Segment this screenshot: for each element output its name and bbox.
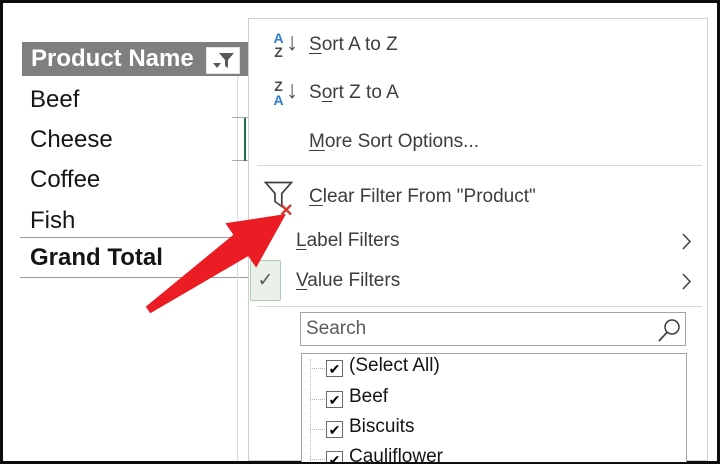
pivot-row-cell[interactable]: Coffee bbox=[30, 166, 100, 194]
item-label: Beef bbox=[349, 386, 388, 408]
menu-item-label: Sort A to Z bbox=[309, 26, 398, 64]
checkbox-check-icon: ✔ bbox=[329, 453, 341, 463]
search-icon bbox=[655, 317, 682, 344]
pivot-filter-button[interactable] bbox=[206, 47, 240, 74]
filter-list-item[interactable]: ✔ Biscuits bbox=[302, 414, 686, 445]
pivot-grand-total-cell[interactable]: Grand Total bbox=[30, 244, 163, 272]
active-cell-border bbox=[244, 118, 246, 161]
search-input[interactable] bbox=[301, 313, 658, 345]
checkbox-check-icon: ✔ bbox=[329, 423, 341, 437]
checkbox-check-icon: ✔ bbox=[329, 393, 341, 407]
search-box bbox=[300, 312, 686, 346]
down-arrow-icon: ↓ bbox=[286, 28, 299, 57]
tree-line bbox=[310, 399, 327, 400]
sort-a-to-z-icon: A Z ↓ bbox=[271, 31, 305, 61]
menu-item-sort-a-to-z[interactable]: A Z ↓ Sort A to Z bbox=[249, 26, 705, 64]
grid-line bbox=[20, 277, 248, 278]
item-checkbox[interactable]: ✔ bbox=[326, 391, 343, 408]
menu-item-label: More Sort Options... bbox=[309, 123, 479, 161]
submenu-chevron-icon bbox=[681, 232, 692, 251]
checked-indicator: ✓ bbox=[250, 260, 281, 301]
item-label: (Select All) bbox=[349, 355, 440, 377]
menu-item-label: Clear Filter From "Product" bbox=[309, 178, 536, 216]
item-label: Biscuits bbox=[349, 416, 414, 438]
tree-line bbox=[310, 429, 327, 430]
menu-item-label: Sort Z to A bbox=[309, 74, 399, 112]
menu-item-more-sort-options[interactable]: More Sort Options... bbox=[249, 123, 705, 161]
column-grid-line bbox=[237, 76, 238, 461]
tree-line bbox=[310, 368, 327, 369]
filter-list-item[interactable]: ✔ Cauliflower bbox=[302, 444, 686, 462]
sort-z-to-a-icon: Z A ↓ bbox=[271, 79, 305, 109]
item-checkbox[interactable]: ✔ bbox=[326, 360, 343, 377]
pivot-row-cell[interactable]: Fish bbox=[30, 207, 75, 235]
checkbox-check-icon: ✔ bbox=[329, 362, 341, 376]
clear-filter-icon bbox=[262, 179, 298, 219]
item-label: Cauliflower bbox=[349, 446, 443, 462]
menu-separator bbox=[257, 165, 702, 166]
item-checkbox[interactable]: ✔ bbox=[326, 421, 343, 438]
menu-item-clear-filter[interactable]: Clear Filter From "Product" bbox=[249, 178, 705, 216]
menu-item-label-filters[interactable]: Label Filters bbox=[249, 222, 705, 260]
pivot-row-cell[interactable]: Cheese bbox=[30, 126, 113, 154]
submenu-chevron-icon bbox=[681, 272, 692, 291]
menu-separator bbox=[257, 306, 702, 307]
filter-list-item[interactable]: ✔ (Select All) bbox=[302, 353, 686, 384]
screenshot-root: Product Name Beef Cheese Coffee Fish Gra… bbox=[0, 0, 720, 475]
pivot-row-cell[interactable]: Beef bbox=[30, 86, 79, 114]
menu-item-label: Value Filters bbox=[296, 260, 400, 302]
filter-dropdown-panel: A Z ↓ Sort A to Z Z A ↓ Sort Z to A More… bbox=[248, 18, 708, 461]
check-icon: ✓ bbox=[258, 269, 274, 292]
menu-item-value-filters[interactable]: ✓ Value Filters bbox=[249, 260, 705, 302]
grid-line bbox=[20, 237, 248, 238]
item-checkbox[interactable]: ✔ bbox=[326, 451, 343, 462]
filter-checkbox-list: ✔ (Select All) ✔ Beef ✔ Biscuits ✔ Cauli… bbox=[301, 353, 687, 462]
menu-item-sort-z-to-a[interactable]: Z A ↓ Sort Z to A bbox=[249, 74, 705, 112]
down-arrow-icon: ↓ bbox=[286, 76, 299, 105]
menu-item-label: Label Filters bbox=[296, 222, 400, 260]
filter-list-item[interactable]: ✔ Beef bbox=[302, 384, 686, 415]
filter-funnel-icon bbox=[210, 50, 236, 72]
tree-line bbox=[310, 459, 327, 460]
